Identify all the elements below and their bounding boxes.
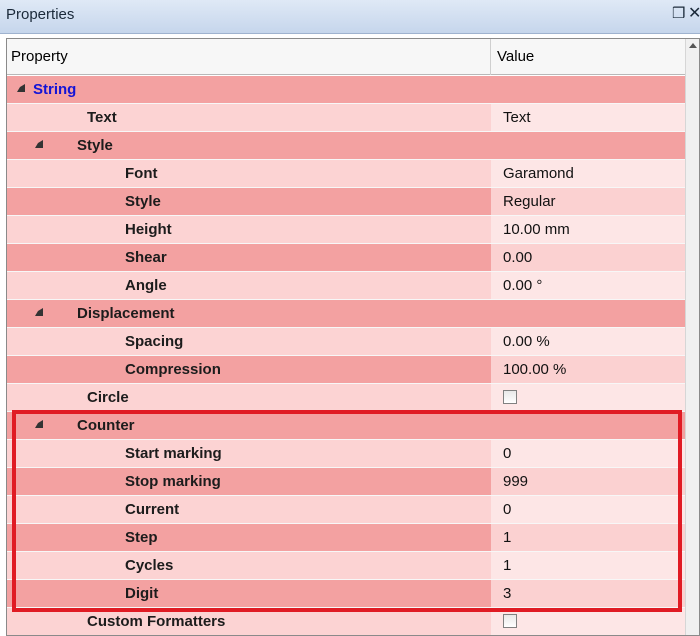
property-value[interactable]: 100.00 % xyxy=(503,361,566,378)
value-cell[interactable] xyxy=(491,524,685,551)
property-label: Custom Formatters xyxy=(87,613,226,630)
property-value[interactable]: 3 xyxy=(503,585,511,602)
property-row[interactable]: Stop marking 999 xyxy=(7,468,685,496)
property-value[interactable]: 0.00 ° xyxy=(503,277,542,294)
property-row[interactable]: Cycles 1 xyxy=(7,552,685,580)
property-value[interactable]: 1 xyxy=(503,557,511,574)
property-label: Counter xyxy=(77,417,135,434)
property-label: Circle xyxy=(87,389,129,406)
property-label: Shear xyxy=(125,249,167,266)
property-value[interactable]: 0 xyxy=(503,501,511,518)
column-divider[interactable] xyxy=(490,39,491,75)
window-title: Properties xyxy=(6,6,75,23)
expand-collapse-triangle-icon[interactable] xyxy=(35,420,43,428)
value-cell[interactable] xyxy=(491,580,685,607)
property-value[interactable]: 1 xyxy=(503,529,511,546)
property-value[interactable]: 999 xyxy=(503,473,528,490)
property-label: Style xyxy=(77,137,113,154)
property-row[interactable]: Height 10.00 mm xyxy=(7,216,685,244)
property-label: Font xyxy=(125,165,158,182)
checkbox[interactable] xyxy=(503,614,517,628)
category-row[interactable]: Style xyxy=(7,132,685,160)
property-row[interactable]: Spacing 0.00 % xyxy=(7,328,685,356)
property-row[interactable]: Font Garamond xyxy=(7,160,685,188)
property-label: Stop marking xyxy=(125,473,221,490)
expand-collapse-triangle-icon[interactable] xyxy=(35,308,43,316)
pin-icon[interactable]: ❒ xyxy=(672,5,686,23)
property-label: Height xyxy=(125,221,172,238)
property-value[interactable]: Garamond xyxy=(503,165,574,182)
property-row[interactable]: Current 0 xyxy=(7,496,685,524)
property-row[interactable]: Circle xyxy=(7,384,685,412)
property-row[interactable]: Text Text xyxy=(7,104,685,132)
property-label: Spacing xyxy=(125,333,184,350)
category-row[interactable]: Counter xyxy=(7,412,685,440)
property-label: Cycles xyxy=(125,557,174,574)
property-row[interactable]: Style Regular xyxy=(7,188,685,216)
category-row[interactable]: Displacement xyxy=(7,300,685,328)
vertical-scrollbar[interactable] xyxy=(685,39,699,635)
property-row[interactable]: Angle 0.00 ° xyxy=(7,272,685,300)
property-row[interactable]: Digit 3 xyxy=(7,580,685,608)
property-label: Start marking xyxy=(125,445,222,462)
property-column-header[interactable]: Property xyxy=(11,48,68,65)
property-label: Style xyxy=(125,193,161,210)
property-label: Step xyxy=(125,529,158,546)
property-row[interactable]: Custom Formatters xyxy=(7,608,685,635)
property-row[interactable]: Start marking 0 xyxy=(7,440,685,468)
properties-titlebar: Properties ❒ ✕ xyxy=(0,0,700,34)
expand-collapse-triangle-icon[interactable] xyxy=(35,140,43,148)
value-cell[interactable] xyxy=(491,384,685,411)
scroll-up-arrow-icon[interactable] xyxy=(689,43,697,48)
expand-collapse-triangle-icon[interactable] xyxy=(17,84,25,92)
property-label: Displacement xyxy=(77,305,175,322)
property-value[interactable]: Text xyxy=(503,109,531,126)
property-value[interactable]: 0 xyxy=(503,445,511,462)
value-cell[interactable] xyxy=(491,496,685,523)
grid-header: Property Value xyxy=(7,39,685,75)
property-row[interactable]: Step 1 xyxy=(7,524,685,552)
property-label: Compression xyxy=(125,361,221,378)
value-cell[interactable] xyxy=(491,552,685,579)
category-row[interactable]: String xyxy=(7,76,685,104)
property-label: Current xyxy=(125,501,180,518)
property-label: Text xyxy=(87,109,117,126)
property-value[interactable]: 10.00 mm xyxy=(503,221,570,238)
property-grid: Property Value String Text Text Style Font Ga… xyxy=(6,38,700,636)
property-row[interactable]: Compression 100.00 % xyxy=(7,356,685,384)
property-label: Digit xyxy=(125,585,159,602)
property-value[interactable]: Regular xyxy=(503,193,556,210)
checkbox[interactable] xyxy=(503,390,517,404)
property-value[interactable]: 0.00 % xyxy=(503,333,550,350)
property-label: String xyxy=(33,81,77,98)
close-icon[interactable]: ✕ xyxy=(688,5,700,23)
property-value[interactable]: 0.00 xyxy=(503,249,532,266)
value-cell[interactable] xyxy=(491,608,685,635)
value-cell[interactable] xyxy=(491,440,685,467)
property-row[interactable]: Shear 0.00 xyxy=(7,244,685,272)
property-label: Angle xyxy=(125,277,167,294)
value-column-header[interactable]: Value xyxy=(497,48,534,65)
